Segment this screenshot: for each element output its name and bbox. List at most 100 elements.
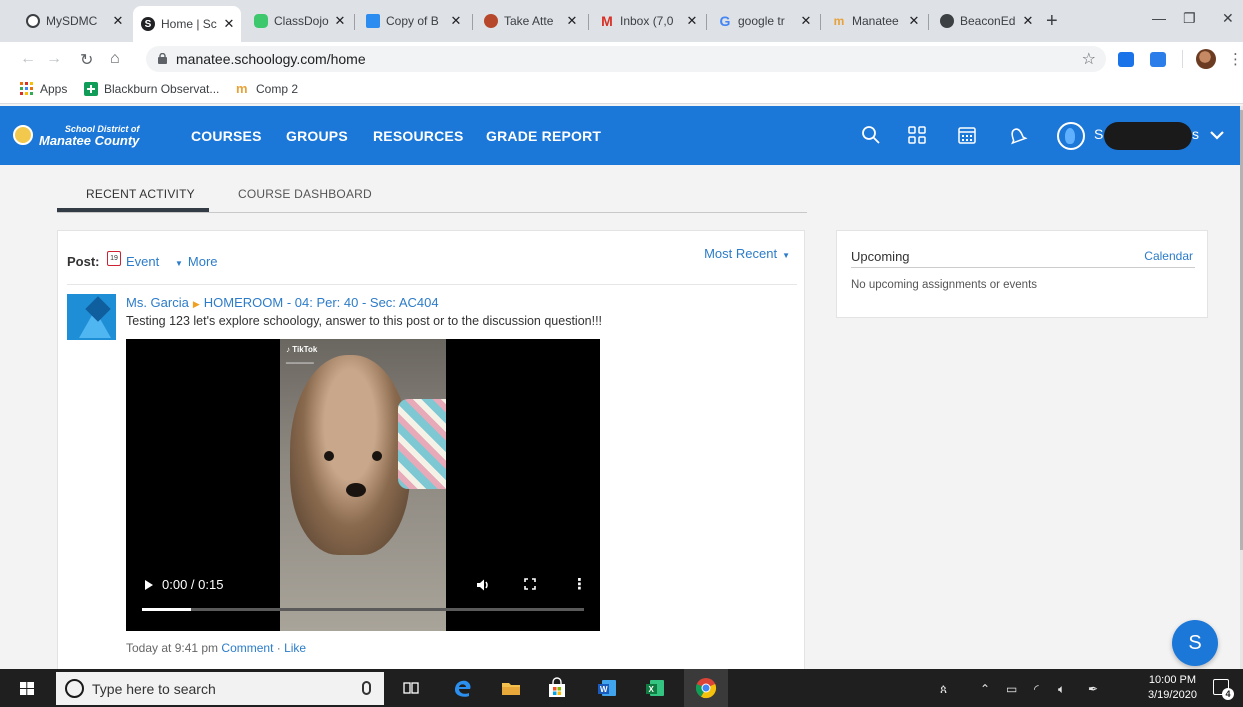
restore-icon[interactable]: ❐ bbox=[1183, 10, 1196, 27]
comment-link[interactable]: Comment bbox=[221, 641, 273, 655]
bookmark-apps[interactable]: Apps bbox=[20, 82, 67, 96]
tab-beaconed[interactable]: BeaconEd ✕ bbox=[932, 8, 1040, 34]
apps-grid-icon[interactable] bbox=[906, 124, 928, 146]
bookmark-star-icon[interactable]: ☆ bbox=[1082, 49, 1096, 69]
activity-feed: Post: 19 Event ▼ More Most Recent ▼ Ms. Ga… bbox=[57, 230, 805, 690]
sort-dropdown[interactable]: Most Recent ▼ bbox=[704, 246, 790, 261]
upcoming-title: Upcoming bbox=[851, 249, 910, 264]
arrow-right-icon: ▶ bbox=[192, 299, 200, 309]
close-icon[interactable]: ✕ bbox=[221, 16, 237, 32]
action-center-icon[interactable]: 4 bbox=[1213, 679, 1234, 700]
chevron-down-icon[interactable] bbox=[1208, 126, 1226, 144]
calendar-icon[interactable] bbox=[956, 124, 978, 146]
tab-recent-activity[interactable]: RECENT ACTIVITY bbox=[86, 187, 195, 201]
close-icon[interactable]: ✕ bbox=[1020, 13, 1036, 29]
profile-avatar[interactable] bbox=[1196, 49, 1216, 69]
file-explorer-icon[interactable] bbox=[500, 677, 522, 699]
bookmarks-bar: Apps Blackburn Observat... m Comp 2 bbox=[0, 76, 1243, 104]
excel-icon[interactable]: X bbox=[644, 677, 666, 699]
nav-resources[interactable]: RESOURCES bbox=[373, 128, 463, 144]
wifi-icon[interactable]: ◜ bbox=[1034, 682, 1039, 696]
author-link[interactable]: Ms. Garcia bbox=[126, 295, 189, 310]
microphone-icon[interactable] bbox=[362, 681, 371, 695]
user-avatar[interactable] bbox=[1057, 122, 1085, 150]
task-view-icon[interactable] bbox=[400, 677, 422, 699]
search-icon[interactable] bbox=[860, 124, 882, 146]
minimize-icon[interactable]: — bbox=[1152, 10, 1166, 26]
word-icon[interactable]: W bbox=[596, 677, 618, 699]
tab-mysdmc[interactable]: MySDMC ✕ bbox=[18, 8, 130, 34]
address-bar[interactable]: manatee.schoology.com/home ☆ bbox=[146, 46, 1106, 72]
post-event-link[interactable]: Event bbox=[126, 254, 159, 269]
windows-taskbar: Type here to search W X ጰ ⌃ ▭ ◜ 🔈︎ ✒︎ 10… bbox=[0, 669, 1243, 707]
close-icon[interactable]: ✕ bbox=[798, 13, 814, 29]
calendar-link[interactable]: Calendar bbox=[1144, 249, 1193, 263]
store-icon[interactable] bbox=[546, 677, 568, 699]
tab-take-attendance[interactable]: Take Atte ✕ bbox=[476, 8, 584, 34]
close-icon[interactable]: ✕ bbox=[110, 13, 126, 29]
nav-grade-report[interactable]: GRADE REPORT bbox=[486, 128, 601, 144]
tiktok-handle-icon: ▁▁▁▁▁▁ bbox=[286, 358, 314, 364]
extension-icon[interactable] bbox=[1118, 52, 1134, 67]
pen-icon[interactable]: ✒︎ bbox=[1088, 682, 1098, 696]
tab-schoology-home[interactable]: S Home | Sc ✕ bbox=[133, 6, 241, 42]
district-logo[interactable]: School District of Manatee County bbox=[13, 124, 139, 147]
tray-overflow-icon[interactable]: ⌃ bbox=[980, 682, 990, 696]
close-icon[interactable]: ✕ bbox=[906, 13, 922, 29]
taskbar-search-placeholder: Type here to search bbox=[92, 681, 216, 697]
play-icon[interactable] bbox=[145, 580, 153, 590]
people-icon[interactable]: ጰ bbox=[940, 682, 947, 697]
bell-icon[interactable] bbox=[1006, 124, 1028, 146]
author-avatar[interactable] bbox=[67, 294, 116, 340]
video-progress-bar[interactable] bbox=[142, 608, 584, 611]
bookmark-comp2[interactable]: m Comp 2 bbox=[236, 82, 298, 97]
tab-separator bbox=[354, 14, 355, 30]
attendance-favicon-icon bbox=[484, 14, 498, 28]
video-menu-icon[interactable]: ⋮ bbox=[572, 575, 587, 593]
notification-count: 4 bbox=[1222, 688, 1234, 700]
taskbar-search-box[interactable]: Type here to search bbox=[56, 672, 384, 705]
back-icon[interactable]: ← bbox=[20, 50, 36, 68]
close-icon[interactable]: ✕ bbox=[564, 13, 580, 29]
tab-copy-of[interactable]: Copy of B ✕ bbox=[358, 8, 468, 34]
user-name-initial[interactable]: S bbox=[1094, 126, 1103, 142]
event-calendar-icon: 19 bbox=[107, 251, 121, 266]
chrome-menu-icon[interactable]: ⋮ bbox=[1228, 50, 1243, 68]
upcoming-panel: Upcoming Calendar No upcoming assignment… bbox=[836, 230, 1208, 318]
volume-icon[interactable]: 🔈︎ bbox=[1058, 682, 1065, 697]
bookmark-blackburn[interactable]: Blackburn Observat... bbox=[84, 82, 219, 96]
course-link[interactable]: HOMEROOM - 04: Per: 40 - Sec: AC404 bbox=[204, 295, 439, 310]
tab-classdojo[interactable]: ClassDojo ✕ bbox=[246, 8, 352, 34]
divider bbox=[67, 284, 797, 285]
nav-courses[interactable]: COURSES bbox=[191, 128, 262, 144]
close-icon[interactable]: ✕ bbox=[332, 13, 348, 29]
battery-icon[interactable]: ▭ bbox=[1006, 682, 1017, 696]
reload-icon[interactable]: ↻ bbox=[80, 50, 93, 70]
video-player[interactable]: ♪ TikTok ▁▁▁▁▁▁ 0:00 / 0:15 ⋮ bbox=[126, 339, 600, 631]
tab-manatee[interactable]: m Manatee ✕ bbox=[824, 8, 926, 34]
tab-gmail-inbox[interactable]: M Inbox (7,0 ✕ bbox=[592, 8, 704, 34]
chrome-icon[interactable] bbox=[695, 677, 717, 699]
like-link[interactable]: Like bbox=[284, 641, 306, 655]
tab-google-search[interactable]: G google tr ✕ bbox=[710, 8, 818, 34]
nav-groups[interactable]: GROUPS bbox=[286, 128, 348, 144]
floating-help-button[interactable]: S bbox=[1172, 620, 1218, 666]
windows-start-icon[interactable] bbox=[20, 682, 34, 695]
forward-icon[interactable]: → bbox=[46, 50, 62, 68]
new-tab-button[interactable]: + bbox=[1046, 10, 1058, 33]
extension-icon[interactable] bbox=[1150, 52, 1166, 67]
system-clock[interactable]: 10:00 PM 3/19/2020 bbox=[1148, 673, 1197, 703]
edge-icon[interactable] bbox=[452, 677, 474, 699]
close-icon[interactable]: ✕ bbox=[448, 13, 464, 29]
post-more-link[interactable]: ▼ More bbox=[175, 254, 218, 269]
window-close-icon[interactable]: ✕ bbox=[1222, 10, 1234, 27]
browser-toolbar: ← → ↻ ⌂ manatee.schoology.com/home ☆ ⋮ bbox=[0, 42, 1243, 76]
url-text[interactable]: manatee.schoology.com/home bbox=[176, 51, 366, 67]
tab-course-dashboard[interactable]: COURSE DASHBOARD bbox=[238, 187, 372, 201]
user-name-tail[interactable]: s bbox=[1192, 126, 1199, 142]
close-icon[interactable]: ✕ bbox=[684, 13, 700, 29]
fullscreen-icon[interactable] bbox=[524, 578, 536, 590]
home-icon[interactable]: ⌂ bbox=[110, 50, 120, 68]
volume-icon[interactable] bbox=[476, 578, 490, 592]
dog-eye bbox=[324, 451, 334, 461]
